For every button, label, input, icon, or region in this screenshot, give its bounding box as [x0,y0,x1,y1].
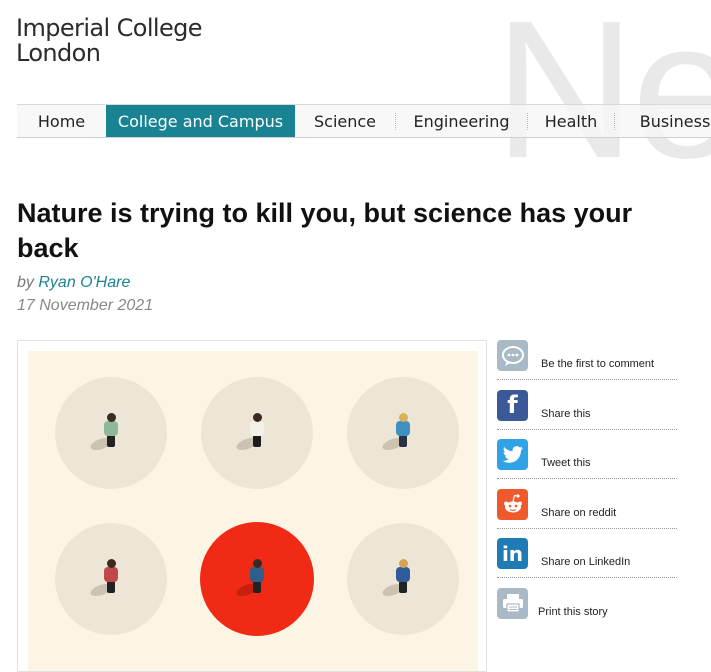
nav-item-home[interactable]: Home [17,105,106,137]
social-distance-circle [55,377,167,489]
person-figure [88,559,118,599]
byline-prefix: by [17,274,34,291]
share-print[interactable]: Print this story [497,587,677,638]
share-links: Be the first to comment f Share this Twe… [497,340,677,637]
social-distance-circle [347,377,459,489]
nav-item-business[interactable]: Business [615,105,711,137]
article-date: 17 November 2021 [17,297,154,314]
news-watermark: Ne [494,0,711,199]
author-link[interactable]: Ryan O'Hare [38,274,130,291]
logo-line-2: London [16,39,101,67]
printer-icon [497,587,528,619]
article-byline: by Ryan O'Hare [17,274,130,292]
article-headline: Nature is trying to kill you, but scienc… [17,198,633,263]
social-distance-circle [55,523,167,635]
reddit-icon [497,488,528,520]
nav-item-college-and-campus[interactable]: College and Campus [106,105,295,137]
comment-bubble-icon [497,340,528,371]
person-figure [88,413,118,453]
share-comment-label: Be the first to comment [541,358,655,370]
person-figure [234,413,264,453]
twitter-icon [497,439,528,470]
share-facebook-label: Share this [541,407,591,420]
social-distance-circle [201,377,313,489]
share-print-label: Print this story [538,605,608,618]
share-linkedin[interactable]: in Share on LinkedIn [497,538,677,588]
share-twitter-label: Tweet this [541,457,591,469]
imperial-college-logo[interactable]: Imperial College London [16,14,203,67]
linkedin-icon: in [497,538,528,569]
article-hero-image[interactable] [28,351,478,671]
facebook-icon: f [497,389,528,421]
logo-line-1: Imperial College [16,14,203,42]
nav-item-health[interactable]: Health [528,105,614,137]
person-figure [234,559,264,599]
share-comment[interactable]: Be the first to comment [497,340,677,390]
share-linkedin-label: Share on LinkedIn [541,556,631,568]
person-figure [380,413,410,453]
highlighted-circle [200,522,314,636]
article-image-frame [17,340,487,672]
share-reddit-label: Share on reddit [541,506,617,519]
nav-item-engineering[interactable]: Engineering [396,105,527,137]
main-navigation: Home College and Campus Science Engineer… [17,104,711,138]
social-distance-circle [347,523,459,635]
share-twitter[interactable]: Tweet this [497,439,677,489]
share-reddit[interactable]: Share on reddit [497,488,677,539]
share-facebook[interactable]: f Share this [497,389,677,440]
nav-item-science[interactable]: Science [295,105,395,137]
person-figure [380,559,410,599]
